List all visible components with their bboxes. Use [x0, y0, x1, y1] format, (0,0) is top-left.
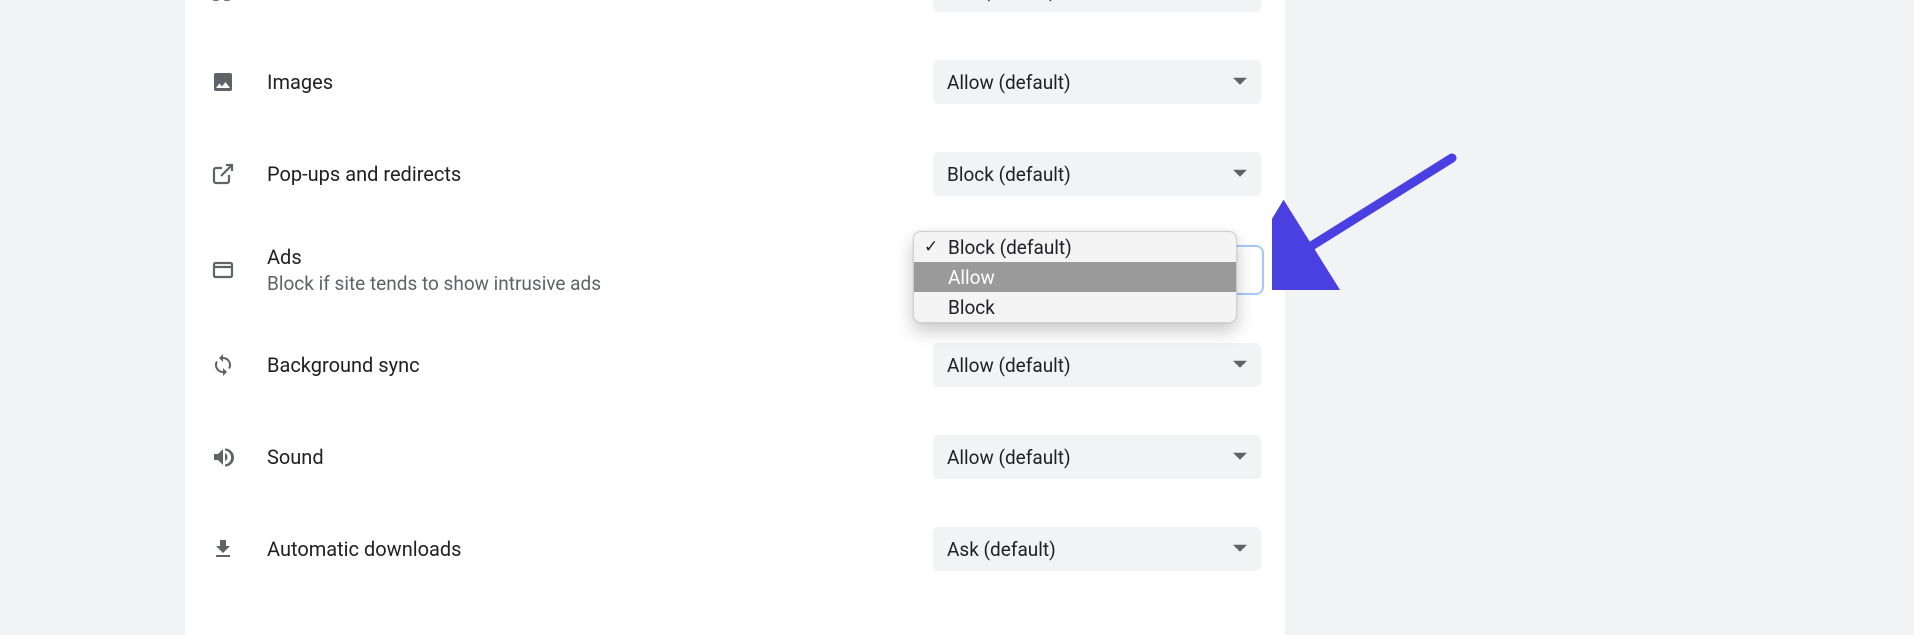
ads-dropdown[interactable]: ✓ Block (default) Allow Block [913, 231, 1237, 323]
images-label: Images [267, 69, 933, 95]
option-label: Block [948, 296, 995, 319]
row-popups: Pop-ups and redirects Block (default) [185, 128, 1285, 220]
sound-value: Allow (default) [947, 446, 1071, 469]
bgsync-label: Background sync [267, 352, 933, 378]
option-label: Block (default) [948, 236, 1072, 259]
caret-down-icon [1233, 358, 1247, 372]
autodl-label: Automatic downloads [267, 536, 933, 562]
row-sound: Sound Allow (default) [185, 411, 1285, 503]
caret-down-icon [1233, 450, 1247, 464]
ads-option-block[interactable]: Block [914, 292, 1236, 322]
sync-icon [209, 351, 237, 379]
window-icon [209, 256, 237, 284]
sound-icon [209, 443, 237, 471]
caret-down-icon [1233, 75, 1247, 89]
image-icon [209, 68, 237, 96]
annotation-arrow [1272, 150, 1472, 290]
caret-down-icon [1233, 167, 1247, 181]
sound-select[interactable]: Allow (default) [933, 435, 1261, 479]
flash-label: Flash [267, 0, 933, 3]
ads-option-allow[interactable]: Allow [914, 262, 1236, 292]
images-select[interactable]: Allow (default) [933, 60, 1261, 104]
ads-label: Ads [267, 244, 933, 270]
external-link-icon [209, 160, 237, 188]
download-icon [209, 535, 237, 563]
row-bgsync: Background sync Allow (default) [185, 319, 1285, 411]
autodl-select[interactable]: Ask (default) [933, 527, 1261, 571]
check-icon: ✓ [924, 237, 938, 257]
images-value: Allow (default) [947, 71, 1071, 94]
autodl-value: Ask (default) [947, 538, 1056, 561]
sound-label: Sound [267, 444, 933, 470]
row-autodl: Automatic downloads Ask (default) [185, 503, 1285, 595]
caret-down-icon [1233, 542, 1247, 556]
puzzle-icon [209, 0, 237, 4]
flash-value: Ask (default) [947, 0, 1056, 2]
row-images: Images Allow (default) [185, 36, 1285, 128]
row-flash: Flash Ask (default) [185, 0, 1285, 36]
option-label: Allow [948, 266, 995, 289]
bgsync-value: Allow (default) [947, 354, 1071, 377]
ads-option-block-default[interactable]: ✓ Block (default) [914, 232, 1236, 262]
flash-select[interactable]: Ask (default) [933, 0, 1261, 12]
popups-label: Pop-ups and redirects [267, 161, 933, 187]
ads-sublabel: Block if site tends to show intrusive ad… [267, 272, 933, 295]
popups-select[interactable]: Block (default) [933, 152, 1261, 196]
bgsync-select[interactable]: Allow (default) [933, 343, 1261, 387]
popups-value: Block (default) [947, 163, 1071, 186]
